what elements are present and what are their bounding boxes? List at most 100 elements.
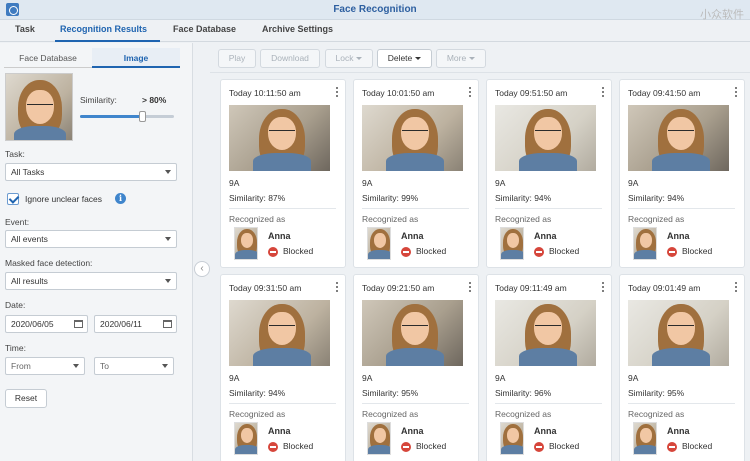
captured-face-image[interactable] xyxy=(628,300,729,366)
result-card[interactable]: Today 10:01:50 am 9A Similarity: 99% Recogn… xyxy=(353,79,479,268)
reference-face-image[interactable] xyxy=(5,73,73,141)
result-card[interactable]: Today 09:41:50 am 9A Similarity: 94% Recogn… xyxy=(619,79,745,268)
result-card[interactable]: Today 10:11:50 am 9A Similarity: 87% Recogn… xyxy=(220,79,346,268)
similarity-slider-handle[interactable] xyxy=(139,111,146,122)
divider xyxy=(362,208,469,209)
result-card[interactable]: Today 09:21:50 am 9A Similarity: 95% Recogn… xyxy=(353,274,479,461)
event-select[interactable]: All events xyxy=(5,230,177,248)
similarity-text: Similarity: 94% xyxy=(495,193,552,203)
divider xyxy=(362,403,469,404)
date-to-field[interactable]: 2020/06/11 xyxy=(94,315,177,333)
person-name: Anna xyxy=(268,426,291,436)
capture-time: Today 09:21:50 am xyxy=(362,283,435,293)
recognized-face-avatar xyxy=(367,227,391,260)
camera-name: 9A xyxy=(628,373,639,383)
similarity-slider-fill xyxy=(80,115,143,118)
recognized-as-label: Recognized as xyxy=(495,409,552,419)
capture-time: Today 09:41:50 am xyxy=(628,88,701,98)
blocked-icon xyxy=(401,247,411,257)
result-card[interactable]: Today 09:51:50 am 9A Similarity: 94% Recogn… xyxy=(486,79,612,268)
task-select[interactable]: All Tasks xyxy=(5,163,177,181)
capture-time: Today 09:31:50 am xyxy=(229,283,302,293)
calendar-icon[interactable] xyxy=(74,320,83,328)
task-select-value: All Tasks xyxy=(11,167,45,177)
recognized-face-avatar xyxy=(633,227,657,260)
blocked-icon xyxy=(268,247,278,257)
captured-face-image[interactable] xyxy=(495,300,596,366)
tab-recognition-results[interactable]: Recognition Results xyxy=(60,24,147,34)
more-options-icon[interactable] xyxy=(335,87,339,98)
more-options-icon[interactable] xyxy=(335,282,339,293)
divider xyxy=(495,208,602,209)
capture-time: Today 10:11:50 am xyxy=(229,88,301,98)
collapse-panel-icon[interactable]: ‹ xyxy=(194,261,210,277)
divider xyxy=(628,403,735,404)
calendar-icon[interactable] xyxy=(163,320,172,328)
more-options-icon[interactable] xyxy=(601,282,605,293)
similarity-text: Similarity: 94% xyxy=(229,388,286,398)
results-toolbar: Play Download Lock Delete More xyxy=(210,43,750,73)
masked-face-label: Masked face detection: xyxy=(5,258,93,268)
result-card[interactable]: Today 09:11:49 am 9A Similarity: 96% Recogn… xyxy=(486,274,612,461)
masked-face-select[interactable]: All results xyxy=(5,272,177,290)
similarity-text: Similarity: 94% xyxy=(628,193,685,203)
more-options-icon[interactable] xyxy=(468,87,472,98)
result-card[interactable]: Today 09:01:49 am 9A Similarity: 95% Recogn… xyxy=(619,274,745,461)
reset-button[interactable]: Reset xyxy=(5,389,47,408)
download-button[interactable]: Download xyxy=(260,49,320,68)
ignore-unclear-checkbox[interactable] xyxy=(7,193,19,205)
chevron-down-icon xyxy=(73,364,79,368)
time-from-placeholder: From xyxy=(11,361,31,371)
captured-face-image[interactable] xyxy=(229,300,330,366)
filter-subtabs: Face Database Image xyxy=(4,48,180,68)
delete-button[interactable]: Delete xyxy=(377,49,432,68)
camera-name: 9A xyxy=(628,178,639,188)
captured-face-image[interactable] xyxy=(229,105,330,171)
status-text: Blocked xyxy=(549,246,580,256)
recognized-as-label: Recognized as xyxy=(362,214,419,224)
blocked-icon xyxy=(268,442,278,452)
capture-time: Today 10:01:50 am xyxy=(362,88,435,98)
more-options-icon[interactable] xyxy=(734,87,738,98)
time-from-select[interactable]: From xyxy=(5,357,85,375)
status-text: Blocked xyxy=(283,246,314,256)
captured-face-image[interactable] xyxy=(362,105,463,171)
captured-face-image[interactable] xyxy=(495,105,596,171)
recognized-as-label: Recognized as xyxy=(628,214,685,224)
info-icon[interactable]: i xyxy=(115,193,126,204)
camera-name: 9A xyxy=(229,373,240,383)
more-options-icon[interactable] xyxy=(601,87,605,98)
person-name: Anna xyxy=(401,426,424,436)
more-options-icon[interactable] xyxy=(468,282,472,293)
more-button[interactable]: More xyxy=(436,49,486,68)
chevron-down-icon xyxy=(356,57,363,61)
result-card[interactable]: Today 09:31:50 am 9A Similarity: 94% Recogn… xyxy=(220,274,346,461)
date-label: Date: xyxy=(5,300,26,310)
capture-time: Today 09:51:50 am xyxy=(495,88,568,98)
tab-face-database[interactable]: Face Database xyxy=(173,24,236,34)
lock-button[interactable]: Lock xyxy=(325,49,373,68)
captured-face-image[interactable] xyxy=(362,300,463,366)
subtab-image[interactable]: Image xyxy=(92,48,180,68)
title-bar: Face Recognition 小众软件 xyxy=(0,0,750,21)
time-to-select[interactable]: To xyxy=(94,357,174,375)
play-button-label: Play xyxy=(228,53,246,63)
play-button[interactable]: Play xyxy=(218,49,256,68)
camera-name: 9A xyxy=(495,373,506,383)
recognized-as-label: Recognized as xyxy=(495,214,552,224)
captured-face-image[interactable] xyxy=(628,105,729,171)
person-name: Anna xyxy=(534,426,557,436)
event-select-value: All events xyxy=(11,234,48,244)
recognized-as-label: Recognized as xyxy=(229,214,286,224)
time-label: Time: xyxy=(5,343,26,353)
camera-name: 9A xyxy=(495,178,506,188)
subtab-face-database[interactable]: Face Database xyxy=(4,48,92,68)
tab-archive-settings[interactable]: Archive Settings xyxy=(262,24,333,34)
divider xyxy=(229,208,336,209)
recognized-face-avatar xyxy=(633,422,657,455)
more-options-icon[interactable] xyxy=(734,282,738,293)
tab-task[interactable]: Task xyxy=(15,24,35,34)
date-from-field[interactable]: 2020/06/05 xyxy=(5,315,88,333)
similarity-slider[interactable] xyxy=(80,111,174,122)
ignore-unclear-label[interactable]: Ignore unclear faces xyxy=(25,194,102,204)
